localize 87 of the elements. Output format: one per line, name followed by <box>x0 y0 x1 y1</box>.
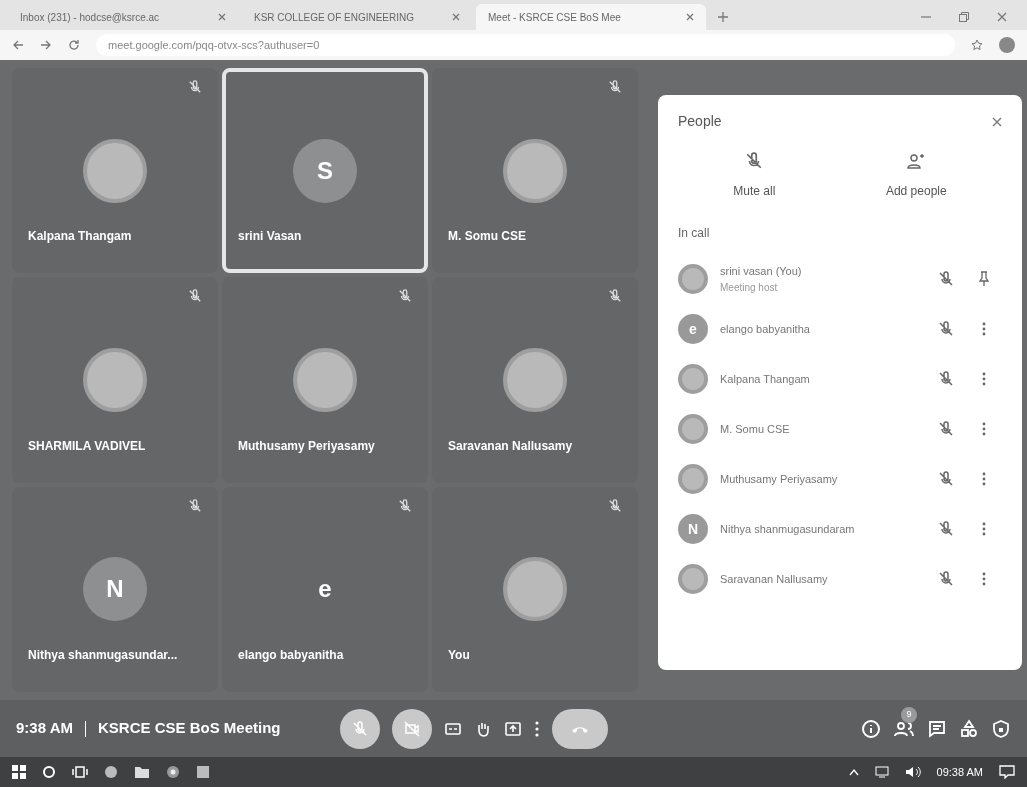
camera-button[interactable] <box>391 708 432 749</box>
more-options-icon[interactable] <box>982 372 986 386</box>
muted-microphone-icon <box>938 521 954 537</box>
participant-name[interactable]: M. Somu CSE <box>720 420 926 438</box>
participant-name[interactable]: Muthusamy Periyasamy <box>720 470 926 488</box>
star-icon[interactable] <box>971 39 983 51</box>
muted-microphone-icon <box>938 321 954 337</box>
reload-icon[interactable] <box>68 39 80 51</box>
add-people-button[interactable]: Add people <box>877 152 955 200</box>
participant-name: elango babyanitha <box>238 647 344 664</box>
camera-off-icon <box>403 720 420 737</box>
avatar-initial: e <box>317 574 333 605</box>
participant-name: M. Somu CSE <box>448 228 526 246</box>
back-icon[interactable] <box>12 39 24 51</box>
address-bar[interactable]: meet.google.com/pqq-otvx-scs?authuser=0 <box>96 34 955 56</box>
participant-name: You <box>448 647 470 664</box>
more-options-icon[interactable] <box>533 719 540 738</box>
chevron-up-icon[interactable] <box>848 768 859 776</box>
avatar-photo <box>678 564 708 594</box>
participant-name[interactable]: Kalpana Thangam <box>720 370 926 388</box>
avatar-initial: e <box>678 314 708 344</box>
app-icon[interactable] <box>196 765 210 779</box>
muted-microphone-icon <box>938 271 954 287</box>
more-options-icon[interactable] <box>982 572 986 586</box>
avatar-photo <box>678 264 708 294</box>
muted-microphone-icon <box>938 421 954 437</box>
people-count-badge: 9 <box>901 706 917 723</box>
avatar-initial: N <box>83 557 147 622</box>
section-label: In call <box>678 225 711 242</box>
taskbar-clock[interactable]: 09:38 AM <box>936 763 983 781</box>
browser-tab[interactable]: KSR COLLEGE OF ENGINEERING <box>242 4 472 30</box>
add-person-icon <box>907 152 926 170</box>
close-icon[interactable] <box>992 116 1002 127</box>
avatar-photo <box>678 364 708 394</box>
participant-role: Meeting host <box>720 280 779 295</box>
mute-all-button[interactable]: Mute all <box>725 152 784 200</box>
avatar-photo <box>678 414 708 444</box>
task-view-icon[interactable] <box>72 765 88 779</box>
profile-avatar[interactable] <box>999 37 1015 53</box>
network-icon[interactable] <box>874 766 889 778</box>
present-icon[interactable] <box>503 719 522 738</box>
participant-name: Saravanan Nallusamy <box>448 437 573 455</box>
info-icon[interactable] <box>861 718 881 739</box>
participant-name: Nithya shanmugasundar... <box>28 647 178 664</box>
forward-icon[interactable] <box>40 39 52 51</box>
speaker-icon[interactable] <box>904 766 921 778</box>
browser-tab[interactable]: Inbox (231) - hodcse@ksrce.ac <box>8 4 238 30</box>
meeting-time: 9:38 AM <box>16 718 73 739</box>
muted-microphone-icon <box>938 571 954 587</box>
shield-icon[interactable] <box>991 718 1011 739</box>
participant-name[interactable]: srini vasan (You) <box>720 263 926 280</box>
close-icon[interactable] <box>997 12 1007 22</box>
muted-microphone-icon <box>938 471 954 487</box>
more-options-icon[interactable] <box>982 322 986 336</box>
close-icon[interactable] <box>452 13 460 21</box>
browser-tab[interactable]: Meet - KSRCE CSE BoS Mee <box>476 4 706 30</box>
leave-call-button[interactable] <box>551 708 608 749</box>
restore-icon[interactable] <box>959 12 969 22</box>
participant-name: srini Vasan <box>238 228 302 246</box>
browser-icon[interactable] <box>104 765 118 779</box>
participant-name[interactable]: Saravanan Nallusamy <box>720 570 926 588</box>
participant-name[interactable]: elango babyanitha <box>720 320 926 338</box>
close-icon[interactable] <box>686 13 694 21</box>
panel-title: People <box>678 112 722 131</box>
pin-icon[interactable] <box>978 271 990 287</box>
meeting-title: KSRCE CSE BoS Meeting <box>97 718 282 739</box>
new-tab-icon[interactable] <box>718 12 728 22</box>
chat-icon[interactable] <box>927 718 947 739</box>
participant-name: Muthusamy Periyasamy <box>238 437 375 455</box>
notification-icon[interactable] <box>999 765 1015 779</box>
participant-name: Kalpana Thangam <box>28 228 132 246</box>
avatar-initial: N <box>678 514 708 544</box>
close-icon[interactable] <box>218 13 226 21</box>
participant-name[interactable]: Nithya shanmugasundaram <box>720 520 926 538</box>
search-icon[interactable] <box>42 765 56 779</box>
muted-microphone-icon <box>745 152 764 170</box>
folder-icon[interactable] <box>134 765 150 779</box>
more-options-icon[interactable] <box>982 522 986 536</box>
avatar-initial: S <box>293 138 357 203</box>
muted-microphone-icon <box>938 371 954 387</box>
participant-name: SHARMILA VADIVEL <box>28 437 146 455</box>
more-options-icon[interactable] <box>982 472 986 486</box>
muted-microphone-icon <box>351 720 368 737</box>
activities-icon[interactable] <box>959 718 979 739</box>
microphone-button[interactable] <box>339 708 380 749</box>
avatar-photo <box>678 464 708 494</box>
more-options-icon[interactable] <box>982 422 986 436</box>
